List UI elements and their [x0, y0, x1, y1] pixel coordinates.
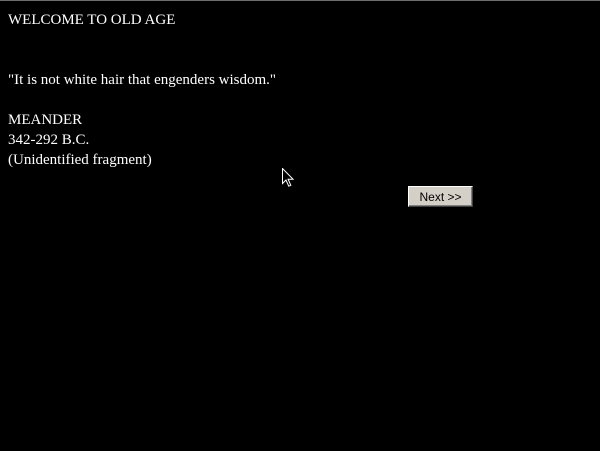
author-name: MEANDER — [8, 112, 83, 128]
page-title: WELCOME TO OLD AGE — [8, 12, 176, 28]
mouse-pointer-icon — [282, 167, 295, 187]
quote-source: (Unidentified fragment) — [8, 152, 152, 168]
author-dates: 342-292 B.C. — [8, 132, 90, 148]
quote-text: "It is not white hair that engenders wis… — [8, 72, 277, 88]
page-screen: WELCOME TO OLD AGE "It is not white hair… — [0, 0, 600, 451]
next-button[interactable]: Next >> — [408, 186, 473, 207]
